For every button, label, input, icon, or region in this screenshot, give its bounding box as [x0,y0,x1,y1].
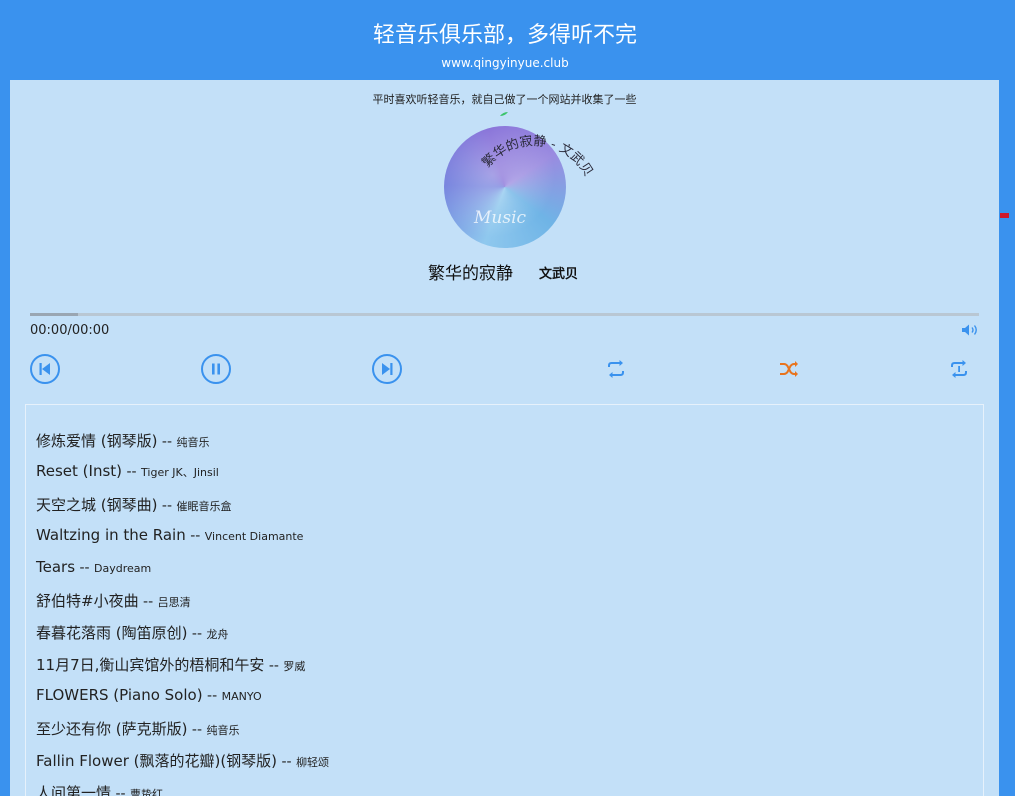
leaf-icon [500,112,508,116]
playlist: 修炼爱情 (钢琴版) -- 纯音乐 Reset (Inst) -- Tiger J… [25,404,984,796]
track-artist: 催眠音乐盒 [176,500,232,513]
track-artist: 曹贽红 [130,788,164,796]
repeat-button[interactable] [600,353,632,385]
track-separator: -- [187,626,207,642]
next-button[interactable] [371,353,403,385]
track-separator: -- [111,786,131,796]
playlist-item[interactable]: 舒伯特#小夜曲 -- 吕思清 [36,590,191,611]
skip-previous-icon [30,354,60,384]
scroll-marker [1000,213,1009,218]
volume-icon[interactable] [961,323,979,337]
playlist-item[interactable]: 修炼爱情 (钢琴版) -- 纯音乐 [36,430,210,451]
progress-buffer [30,313,78,316]
repeat-one-button[interactable] [943,353,975,385]
track-title: 修炼爱情 (钢琴版) [36,432,158,450]
time-display: 00:00/00:00 [30,323,110,338]
playlist-item[interactable]: 11月7日,衡山宾馆外的梧桐和午安 -- 罗威 [36,654,305,675]
track-separator: -- [277,754,297,770]
playlist-item[interactable]: 天空之城 (钢琴曲) -- 催眠音乐盒 [36,494,232,515]
svg-text:繁华的寂静 - 文武贝: 繁华的寂静 - 文武贝 [479,133,595,179]
pause-button[interactable] [200,353,232,385]
player-panel: 平时喜欢听轻音乐，就自己做了一个网站并收集了一些 Music 繁华的寂静 - 文… [10,80,999,796]
track-separator: -- [157,498,177,514]
tagline: 平时喜欢听轻音乐，就自己做了一个网站并收集了一些 [372,93,637,106]
track-artist: MANYO [221,690,262,703]
track-separator: -- [264,658,284,674]
repeat-icon [608,360,624,378]
playlist-item[interactable]: 人间第一情 -- 曹贽红 [36,782,163,796]
track-separator: -- [122,464,142,480]
track-artist: Tiger JK、Jinsil [141,466,219,479]
track-separator: -- [185,528,205,544]
track-title: Tears [36,558,76,576]
track-title: 舒伯特#小夜曲 [36,592,139,610]
track-artist: Vincent Diamante [204,530,304,543]
playlist-item[interactable]: Waltzing in the Rain -- Vincent Diamante [36,526,303,544]
track-artist: Daydream [94,562,152,575]
skip-next-icon [372,354,402,384]
song-artist: 文武贝 [539,267,579,282]
repeat-one-icon [951,360,967,378]
track-title: 春暮花落雨 (陶笛原创) [36,624,188,642]
progress-bar[interactable] [30,313,979,316]
track-title: 11月7日,衡山宾馆外的梧桐和午安 [36,656,265,674]
track-separator: -- [75,560,95,576]
playlist-item[interactable]: Tears -- Daydream [36,558,151,576]
playlist-item[interactable]: Fallin Flower (飘落的花瓣)(钢琴版) -- 柳轻颂 [36,750,329,771]
track-title: 至少还有你 (萨克斯版) [36,720,188,738]
cover-music-text: Music [474,208,527,228]
previous-button[interactable] [29,353,61,385]
site-header: 轻音乐俱乐部，多得听不完 www.qingyinyue.club [0,0,1015,80]
track-separator: -- [202,688,222,704]
site-title: 轻音乐俱乐部，多得听不完 [372,23,637,48]
track-artist: 龙舟 [206,628,229,641]
track-separator: -- [187,722,207,738]
track-separator: -- [138,594,158,610]
track-separator: -- [157,434,177,450]
track-title: 天空之城 (钢琴曲) [36,496,158,514]
playlist-item[interactable]: Reset (Inst) -- Tiger JK、Jinsil [36,462,219,480]
track-artist: 吕思清 [157,596,191,609]
track-artist: 柳轻颂 [296,756,330,769]
pause-icon [201,354,231,384]
track-title: Reset (Inst) [36,462,123,480]
track-title: FLOWERS (Piano Solo) [36,686,203,704]
playlist-item[interactable]: FLOWERS (Piano Solo) -- MANYO [36,686,262,704]
track-title: 人间第一情 [36,784,112,796]
track-title: Waltzing in the Rain [36,526,186,544]
playlist-item[interactable]: 至少还有你 (萨克斯版) -- 纯音乐 [36,718,240,739]
playlist-item[interactable]: 春暮花落雨 (陶笛原创) -- 龙舟 [36,622,229,643]
track-artist: 罗威 [283,660,306,673]
curved-song-label: 繁华的寂静 - 文武贝 [479,112,595,179]
song-title: 繁华的寂静 [428,264,513,284]
track-artist: 纯音乐 [176,436,210,449]
track-artist: 纯音乐 [206,724,240,737]
shuffle-icon [780,361,798,377]
shuffle-button[interactable] [772,353,804,385]
site-url[interactable]: www.qingyinyue.club [0,55,1010,71]
track-title: Fallin Flower (飘落的花瓣)(钢琴版) [36,752,278,770]
curved-song-text: 繁华的寂静 - 文武贝 [479,133,595,179]
